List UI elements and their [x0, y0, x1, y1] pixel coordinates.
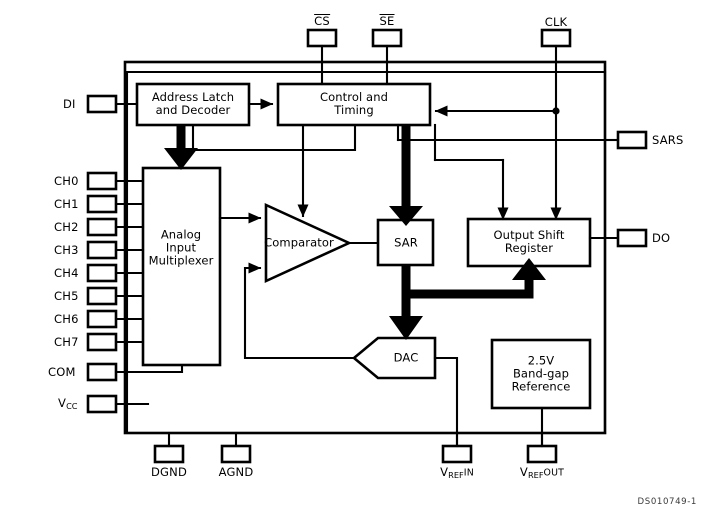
block-label-comparator: Comparator: [264, 235, 334, 250]
pin-label-ch1: CH1: [54, 197, 79, 211]
pin-label-clk: CLK: [544, 15, 568, 29]
pin-pad-vrefout: [526, 444, 558, 464]
pin-pad-ch4: [86, 263, 118, 283]
pin-pad-do: [616, 228, 648, 248]
pin-pad-ch0: [86, 171, 118, 191]
control-timing-line1: Control and: [320, 90, 388, 105]
wire-control-feedback-left: [191, 123, 357, 152]
analog-mux-line1: Analog: [160, 227, 202, 242]
bus-arrowhead-control-to-sar: [389, 206, 423, 226]
pin-label-sars: SARS: [652, 133, 684, 147]
pin-label-se: SE: [379, 14, 395, 28]
osr-line2: Register: [504, 241, 554, 255]
block-label-bandgap-reference: 2.5V Band-gap Reference: [511, 353, 571, 394]
block-label-analog-mux: Analog Input Multiplexer: [148, 227, 214, 268]
pin-label-ch4: CH4: [54, 266, 79, 280]
pin-label-ch3: CH3: [54, 243, 79, 257]
pin-pad-vrefin: [441, 444, 473, 464]
bandgap-line3: Reference: [511, 379, 571, 394]
pin-label-ch5: CH5: [54, 289, 79, 303]
pin-pad-clk: [540, 28, 572, 48]
address-latch-line1: Address Latch: [151, 90, 235, 105]
bus-arrowhead-sar-to-dac: [389, 316, 423, 340]
junction-dot-clk: [552, 107, 560, 115]
block-diagram-canvas: CS SE CLK DI CH0 CH1 CH2 CH3 CH4 CH5 CH6…: [0, 0, 711, 517]
bandgap-line1: 2.5V: [527, 353, 555, 368]
block-label-address-latch: Address Latch and Decoder: [152, 91, 234, 117]
control-timing-line2: Timing: [334, 103, 374, 117]
pin-pad-ch5: [86, 286, 118, 306]
pin-label-ch0: CH0: [54, 174, 79, 188]
pin-label-dgnd: DGND: [150, 465, 188, 479]
pin-label-do: DO: [652, 231, 671, 245]
block-label-sar: SAR: [394, 235, 418, 250]
pin-pad-ch7: [86, 332, 118, 352]
bus-arrowhead-sar-to-osr: [512, 258, 546, 280]
address-latch-line2: and Decoder: [155, 103, 231, 117]
osr-line1: Output Shift: [493, 228, 565, 243]
pin-label-cs: CS: [314, 14, 330, 28]
pin-label-ch2: CH2: [54, 220, 79, 234]
diagram-vector-layer: [86, 28, 648, 464]
block-label-output-shift-register: Output Shift Register: [494, 229, 565, 255]
pin-label-ch6: CH6: [54, 312, 79, 326]
pin-pad-sars: [616, 130, 648, 150]
pin-pad-ch2: [86, 217, 118, 237]
bus-sar-to-osr: [406, 278, 534, 299]
pin-label-vrefout: VREFOUT: [519, 465, 565, 480]
bandgap-line2: Band-gap: [512, 366, 570, 381]
wire-dac-to-comparator: [243, 262, 356, 360]
pin-pad-vcc: [86, 394, 118, 414]
pin-label-ch7: CH7: [54, 335, 79, 349]
pin-pad-cs: [306, 28, 338, 48]
document-id-label: DS010749-1: [637, 497, 697, 507]
pin-label-vrefin: VREFIN: [440, 465, 474, 480]
pin-pad-com: [86, 362, 118, 382]
pin-pad-dgnd: [153, 444, 185, 464]
block-label-dac: DAC: [393, 350, 419, 365]
pin-pad-se: [371, 28, 403, 48]
pin-label-vcc: VCC: [58, 396, 78, 411]
pin-pad-agnd: [220, 444, 252, 464]
pin-pad-ch6: [86, 309, 118, 329]
pin-pad-ch3: [86, 240, 118, 260]
pin-label-com: COM: [48, 365, 76, 379]
pin-pad-ch1: [86, 194, 118, 214]
analog-mux-line3: Multiplexer: [148, 253, 214, 268]
analog-mux-line2: Input: [165, 240, 197, 255]
pin-label-agnd: AGND: [218, 465, 254, 479]
block-label-control-timing: Control and Timing: [320, 91, 388, 117]
pin-label-di: DI: [63, 97, 76, 111]
pin-pad-di: [86, 94, 118, 114]
